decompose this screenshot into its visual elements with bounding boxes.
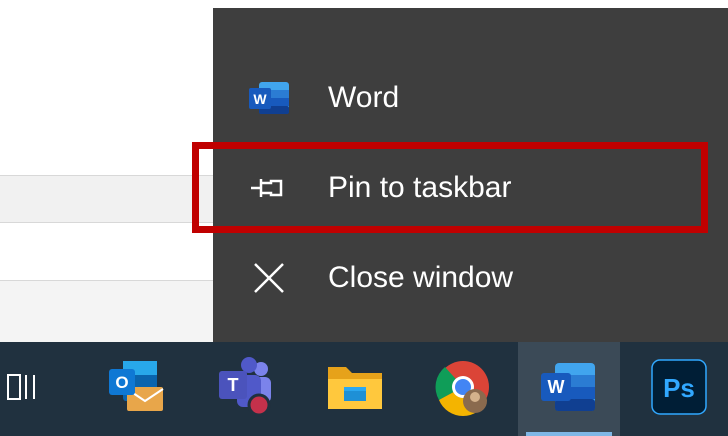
task-view-icon	[4, 367, 44, 412]
taskbar-task-view[interactable]	[0, 342, 48, 436]
teams-letter: T	[228, 375, 239, 395]
highlight-annotation	[192, 142, 708, 233]
taskbar-teams[interactable]: T	[200, 342, 290, 436]
folder-icon	[324, 359, 386, 420]
taskbar-outlook[interactable]: O	[92, 342, 182, 436]
jump-list-item-close-window[interactable]: Close window	[213, 238, 728, 318]
outlook-icon: O	[105, 355, 169, 424]
word-icon: W	[537, 357, 601, 422]
background-window-row	[0, 175, 216, 223]
photoshop-icon: Ps	[650, 358, 708, 421]
photoshop-letters: Ps	[663, 373, 695, 403]
chrome-icon	[431, 355, 495, 424]
close-icon	[245, 254, 293, 302]
background-window-row	[0, 280, 216, 343]
jump-list-item-label: Word	[328, 81, 400, 114]
taskbar-word[interactable]: W	[518, 342, 620, 436]
outlook-letter: O	[115, 373, 128, 392]
svg-text:W: W	[253, 91, 267, 107]
word-icon: W	[245, 74, 293, 122]
active-indicator	[526, 432, 612, 436]
taskbar-photoshop[interactable]: Ps	[636, 342, 722, 436]
teams-icon: T	[213, 355, 277, 424]
taskbar-chrome[interactable]	[418, 342, 508, 436]
taskbar: O T W Ps	[0, 342, 728, 436]
jump-list-item-label: Close window	[328, 261, 514, 294]
taskbar-file-explorer[interactable]	[310, 342, 400, 436]
word-letter: W	[548, 377, 565, 397]
jump-list-item-word[interactable]: W Word	[213, 58, 728, 138]
